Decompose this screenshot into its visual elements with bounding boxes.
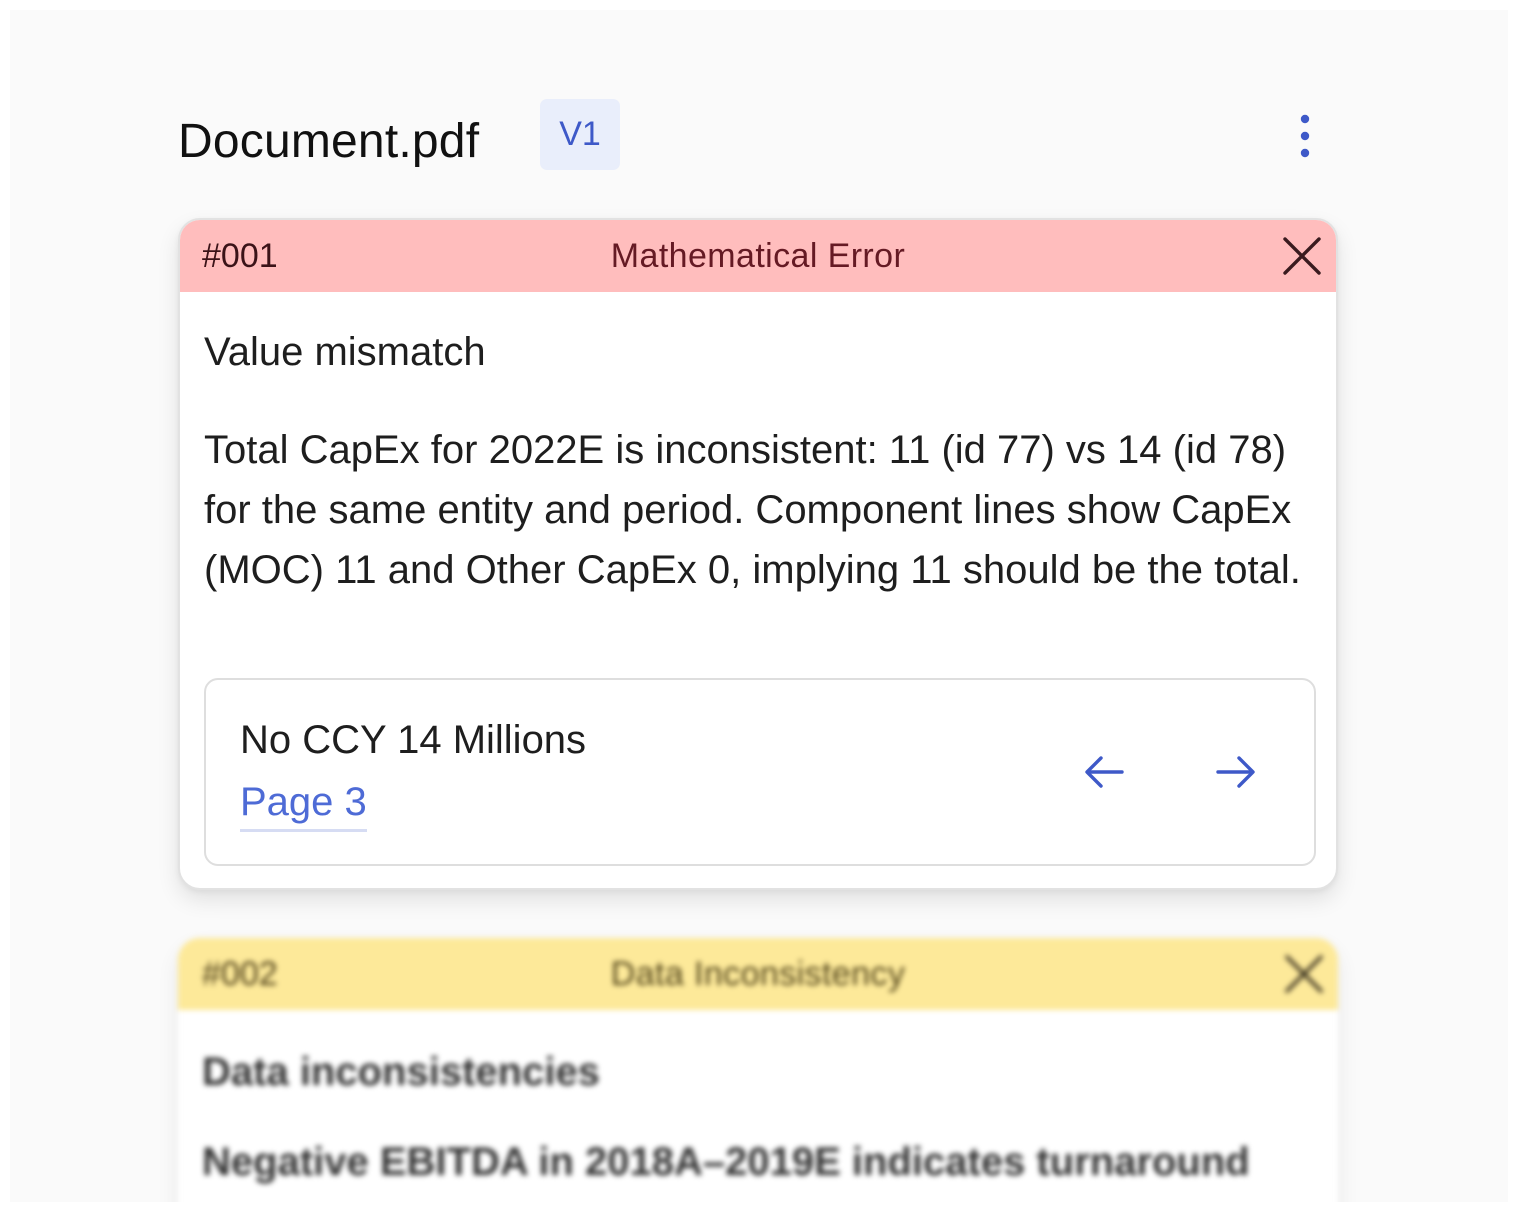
dismiss-issue-button[interactable] <box>1280 234 1324 278</box>
issue-description: Negative EBITDA in 2018A–2019E indicates… <box>202 1140 1250 1184</box>
issue-title: Value mismatch <box>204 330 486 374</box>
issue-category: Mathematical Error <box>610 237 906 275</box>
issue-category: Data Inconsistency <box>610 955 906 993</box>
issue-card: Data Inconsistency #002 Data inconsisten… <box>178 938 1338 1202</box>
more-options-button[interactable] <box>1286 106 1324 166</box>
arrow-left-icon <box>1085 756 1124 788</box>
document-title: Document.pdf <box>178 115 480 168</box>
arrow-right-icon <box>1216 756 1255 788</box>
close-icon <box>1285 955 1323 993</box>
dismiss-issue-button[interactable] <box>1282 952 1326 996</box>
reference-value: No CCY 14 Millions <box>240 718 587 762</box>
issue-title: Data inconsistencies <box>202 1050 600 1094</box>
issue-card-header: Mathematical Error #001 <box>180 220 1336 292</box>
issue-id: #002 <box>202 955 278 993</box>
issue-card-header: Data Inconsistency #002 <box>178 938 1338 1010</box>
more-vertical-icon <box>1300 114 1310 158</box>
page-link[interactable]: Page 3 <box>240 780 367 832</box>
document-header: Document.pdf V1 <box>178 98 1338 182</box>
review-panel: Document.pdf V1 Mathematical Error #001 … <box>10 10 1508 1202</box>
source-reference: No CCY 14 Millions Page 3 <box>204 678 1316 866</box>
next-reference-button[interactable] <box>1212 750 1260 794</box>
version-badge[interactable]: V1 <box>540 99 620 170</box>
previous-reference-button[interactable] <box>1080 750 1128 794</box>
close-icon <box>1283 237 1321 275</box>
issue-card: Mathematical Error #001 Value mismatch T… <box>178 218 1338 890</box>
issue-id: #001 <box>202 237 278 275</box>
issue-description: Total CapEx for 2022E is inconsistent: 1… <box>204 428 1301 592</box>
